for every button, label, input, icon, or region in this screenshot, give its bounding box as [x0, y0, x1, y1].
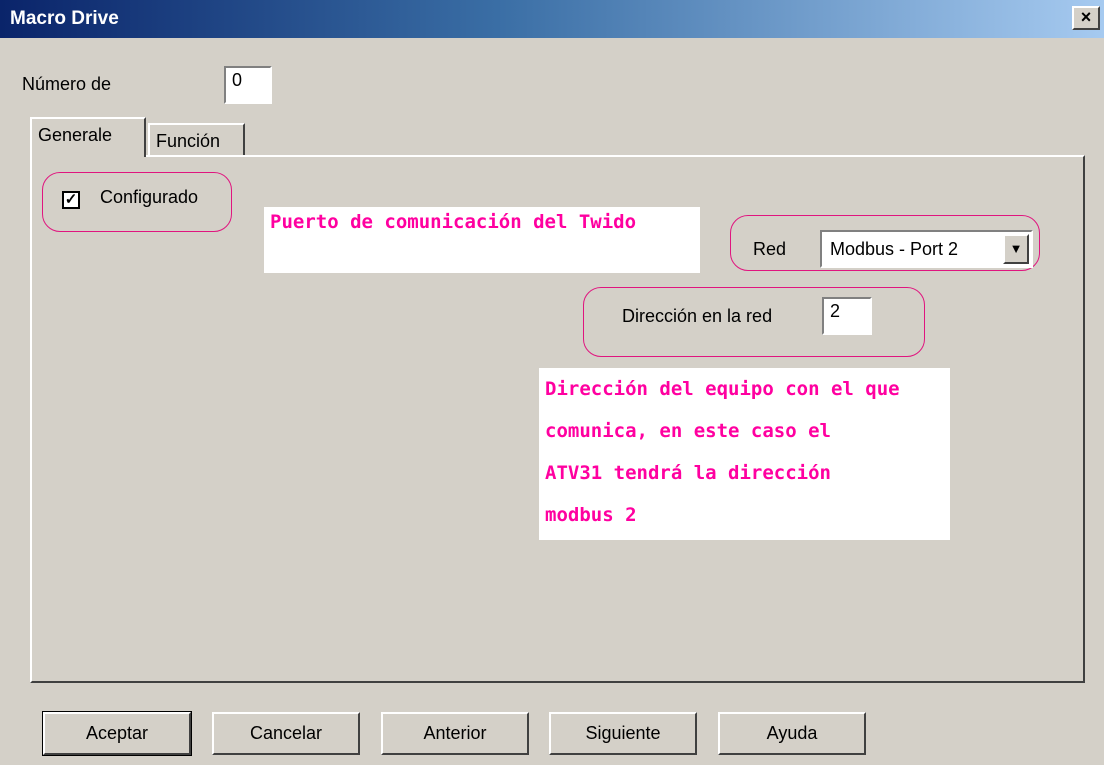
tab-generale[interactable]: Generale: [30, 117, 146, 157]
red-select-value: Modbus - Port 2: [830, 239, 959, 259]
numero-input[interactable]: 0: [224, 66, 272, 104]
numero-label: Número de: [22, 74, 112, 94]
annotation-line: ATV31 tendrá la dirección: [545, 462, 831, 484]
title-bar: Macro Drive ×: [0, 0, 1104, 38]
close-icon: ×: [1080, 7, 1092, 27]
red-label: Red: [753, 239, 787, 259]
cancelar-button[interactable]: Cancelar: [212, 712, 360, 755]
puerto-annotation-text: Puerto de comunicación del Twido: [270, 211, 637, 233]
siguiente-button[interactable]: Siguiente: [549, 712, 697, 755]
annotation-line: comunica, en este caso el: [545, 420, 831, 442]
dropdown-arrow-icon[interactable]: ▼: [1003, 234, 1029, 264]
configurado-checkbox[interactable]: ✓: [62, 191, 80, 209]
configurado-label: Configurado: [100, 187, 199, 207]
direccion-input[interactable]: 2: [822, 297, 872, 335]
annotation-line: Dirección del equipo con el que: [545, 378, 900, 400]
red-select[interactable]: Modbus - Port 2 ▼: [820, 230, 1033, 268]
annotation-line: modbus 2: [545, 504, 637, 526]
window-title: Macro Drive: [10, 8, 119, 29]
check-icon: ✓: [64, 191, 78, 208]
direccion-label: Dirección en la red: [622, 306, 773, 326]
anterior-button[interactable]: Anterior: [381, 712, 529, 755]
ayuda-button[interactable]: Ayuda: [718, 712, 866, 755]
close-button[interactable]: ×: [1072, 6, 1100, 30]
puerto-annotation: Puerto de comunicación del Twido: [264, 207, 700, 273]
tab-funcion[interactable]: Función: [148, 123, 245, 157]
direccion-annotation: Dirección del equipo con el que comunica…: [539, 368, 950, 540]
aceptar-button[interactable]: Aceptar: [42, 711, 192, 756]
